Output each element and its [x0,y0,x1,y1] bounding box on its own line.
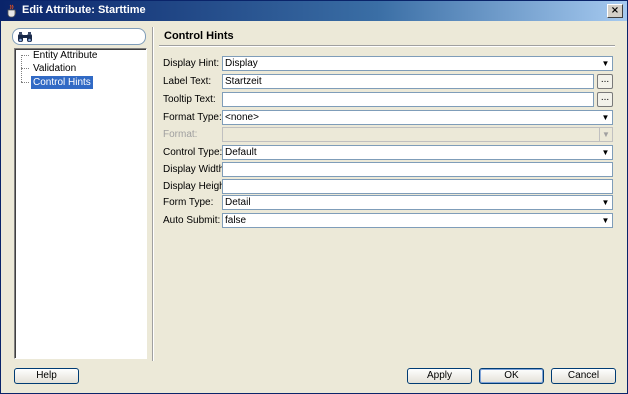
chevron-down-icon[interactable]: ▼ [599,146,612,159]
display-hint-label: Display Hint: [163,58,220,69]
tree-connector [21,55,29,56]
chevron-down-icon[interactable]: ▼ [599,57,612,70]
ok-button[interactable]: OK [479,368,544,384]
display-width-field[interactable] [222,162,613,177]
auto-submit-label: Auto Submit: [163,215,221,226]
format-label: Format: [163,129,198,140]
display-height-row: Display Height: [163,179,613,194]
control-type-value: Default [225,147,257,158]
close-button[interactable]: × [607,4,623,18]
chevron-down-icon[interactable]: ▼ [599,111,612,124]
control-type-select[interactable]: Default ▼ [222,145,613,160]
tree-item-entity-attribute[interactable]: Entity Attribute [31,49,99,62]
tree-connector [21,68,29,69]
display-hint-row: Display Hint: Display ▼ [163,56,613,71]
auto-submit-select[interactable]: false ▼ [222,213,613,228]
label-text-browse-button[interactable]: ... [597,74,613,89]
control-type-label: Control Type: [163,147,223,158]
control-type-row: Control Type: Default ▼ [163,145,613,160]
section-header: Control Hints [159,27,615,47]
form-type-select[interactable]: Detail ▼ [222,195,613,210]
format-select: ▼ [222,127,613,142]
tree-item-validation[interactable]: Validation [31,62,78,75]
display-width-row: Display Width: [163,162,613,177]
window-title: Edit Attribute: Starttime [22,4,146,16]
tooltip-text-browse-button[interactable]: ... [597,92,613,107]
auto-submit-value: false [225,215,247,226]
chevron-down-icon[interactable]: ▼ [599,214,612,227]
section-title: Control Hints [164,30,234,42]
display-width-label: Display Width: [163,164,227,175]
format-type-value: <none> [225,112,259,123]
tree-item-control-hints[interactable]: Control Hints [31,76,93,89]
chevron-down-icon: ▼ [599,128,612,141]
label-text-field[interactable]: Startzeit [222,74,594,89]
search-input[interactable] [12,28,146,45]
panel-divider[interactable] [152,27,154,361]
cancel-button[interactable]: Cancel [551,368,616,384]
apply-button[interactable]: Apply [407,368,472,384]
format-type-row: Format Type: <none> ▼ [163,110,613,125]
display-height-field[interactable] [222,179,613,194]
form-type-value: Detail [225,197,251,208]
navigation-tree: Entity Attribute Validation Control Hint… [14,48,147,359]
tooltip-text-label: Tooltip Text: [163,94,216,105]
display-height-label: Display Height: [163,181,231,192]
java-cup-icon [7,4,17,18]
label-text-row: Label Text: Startzeit ... [163,74,613,89]
title-bar[interactable]: Edit Attribute: Starttime × [1,1,627,21]
display-hint-value: Display [225,58,258,69]
chevron-down-icon[interactable]: ▼ [599,196,612,209]
label-text-label: Label Text: [163,76,212,87]
tooltip-text-field[interactable] [222,92,594,107]
form-type-row: Form Type: Detail ▼ [163,195,613,210]
edit-attribute-dialog: Edit Attribute: Starttime × Entity Attri… [0,0,628,394]
close-icon: × [610,5,620,16]
format-row: Format: ▼ [163,127,613,142]
navigation-panel: Entity Attribute Validation Control Hint… [12,28,148,360]
auto-submit-row: Auto Submit: false ▼ [163,213,613,228]
help-button[interactable]: Help [14,368,79,384]
format-type-select[interactable]: <none> ▼ [222,110,613,125]
format-type-label: Format Type: [163,112,222,123]
tooltip-text-row: Tooltip Text: ... [163,92,613,107]
binoculars-icon [18,32,32,42]
form-type-label: Form Type: [163,197,214,208]
display-hint-select[interactable]: Display ▼ [222,56,613,71]
section-separator [159,45,615,47]
tree-connector [21,82,29,83]
